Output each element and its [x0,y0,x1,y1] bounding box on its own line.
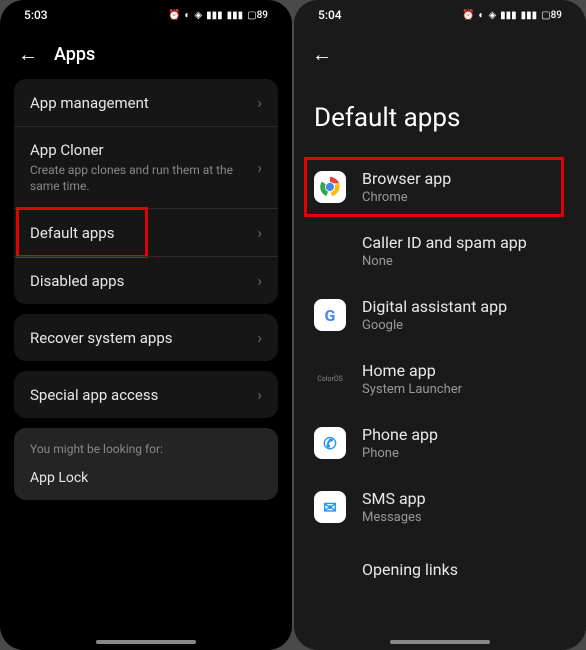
row-disabled-apps[interactable]: Disabled apps › [14,256,278,304]
home-indicator[interactable] [96,640,196,644]
content: Browser app Chrome Caller ID and spam ap… [294,155,586,650]
row-caller-id-app[interactable]: Caller ID and spam app None [294,219,586,283]
chevron-right-icon: › [257,328,262,347]
suggestion-card: You might be looking for: App Lock [14,428,278,500]
setting-title: SMS app [362,489,566,508]
setting-title: Phone app [362,425,566,444]
wifi-icon: ◈ [194,10,202,21]
setting-subtitle: Chrome [362,190,566,205]
chevron-right-icon: › [257,385,262,404]
setting-title: Caller ID and spam app [362,233,566,252]
group-recover: Recover system apps › [14,314,278,361]
dnd-icon: ◐ [184,10,190,21]
setting-subtitle: Phone [362,446,566,461]
setting-title: Browser app [362,169,566,188]
signal-icon-2: ▮▮▮ [521,10,538,21]
screen-default-apps: 5:04 ⏰ ◐ ◈ ▮▮▮ ▮▮▮ ▢89 ← Default apps Br… [294,0,586,650]
row-app-cloner[interactable]: App Cloner Create app clones and run the… [14,126,278,208]
google-icon: G [314,299,346,331]
setting-subtitle: System Launcher [362,382,566,397]
battery-icon: ▢89 [247,10,268,21]
row-sms-app[interactable]: ✉ SMS app Messages [294,475,586,539]
setting-title: Home app [362,361,566,380]
setting-subtitle: None [362,254,566,269]
screen-apps: 5:03 ⏰ ◐ ◈ ▮▮▮ ▮▮▮ ▢89 ← Apps App manage… [0,0,292,650]
wifi-icon: ◈ [488,10,496,21]
chevron-right-icon: › [257,223,262,242]
suggest-item-app-lock[interactable]: App Lock [30,470,262,486]
status-bar: 5:03 ⏰ ◐ ◈ ▮▮▮ ▮▮▮ ▢89 [0,0,292,30]
alarm-icon: ⏰ [168,10,180,21]
chevron-right-icon: › [257,158,262,177]
status-time: 5:03 [24,8,48,22]
row-browser-app[interactable]: Browser app Chrome [294,155,586,219]
empty-icon [314,235,346,267]
setting-title: Digital assistant app [362,297,566,316]
setting-title: Opening links [362,560,566,579]
chevron-right-icon: › [257,93,262,112]
row-special-app-access[interactable]: Special app access › [14,371,278,418]
coloros-icon: ColorOS [314,363,346,395]
row-subtitle: Create app clones and run them at the sa… [30,163,257,194]
row-phone-app[interactable]: ✆ Phone app Phone [294,411,586,475]
row-title: Special app access [30,386,257,404]
sms-icon: ✉ [314,491,346,523]
group-main: App management › App Cloner Create app c… [14,79,278,304]
signal-icon: ▮▮▮ [206,10,223,21]
row-recover-system-apps[interactable]: Recover system apps › [14,314,278,361]
row-title: Disabled apps [30,272,257,290]
chevron-right-icon: › [257,271,262,290]
row-home-app[interactable]: ColorOS Home app System Launcher [294,347,586,411]
alarm-icon: ⏰ [462,10,474,21]
row-opening-links[interactable]: Opening links [294,539,586,599]
page-title: Default apps [294,79,586,155]
setting-subtitle: Google [362,318,566,333]
row-default-apps[interactable]: Default apps › [14,208,278,256]
status-icons: ⏰ ◐ ◈ ▮▮▮ ▮▮▮ ▢89 [168,10,268,21]
empty-icon [314,553,346,585]
dnd-icon: ◐ [478,10,484,21]
status-time: 5:04 [318,8,342,22]
content: App management › App Cloner Create app c… [0,79,292,650]
suggest-label: You might be looking for: [30,442,262,456]
battery-icon: ▢89 [541,10,562,21]
row-title: Recover system apps [30,329,257,347]
header: ← Apps [0,30,292,79]
home-indicator[interactable] [390,640,490,644]
row-title: App Cloner [30,141,257,159]
chrome-icon [314,171,346,203]
back-icon[interactable]: ← [312,42,332,67]
back-icon[interactable]: ← [18,42,38,67]
setting-subtitle: Messages [362,510,566,525]
header-title: Apps [54,44,95,65]
group-special: Special app access › [14,371,278,418]
row-app-management[interactable]: App management › [14,79,278,126]
signal-icon: ▮▮▮ [500,10,517,21]
row-title: App management [30,94,257,112]
row-digital-assistant-app[interactable]: G Digital assistant app Google [294,283,586,347]
signal-icon-2: ▮▮▮ [227,10,244,21]
row-title: Default apps [30,224,257,242]
phone-icon: ✆ [314,427,346,459]
status-icons: ⏰ ◐ ◈ ▮▮▮ ▮▮▮ ▢89 [462,10,562,21]
status-bar: 5:04 ⏰ ◐ ◈ ▮▮▮ ▮▮▮ ▢89 [294,0,586,30]
header: ← [294,30,586,79]
